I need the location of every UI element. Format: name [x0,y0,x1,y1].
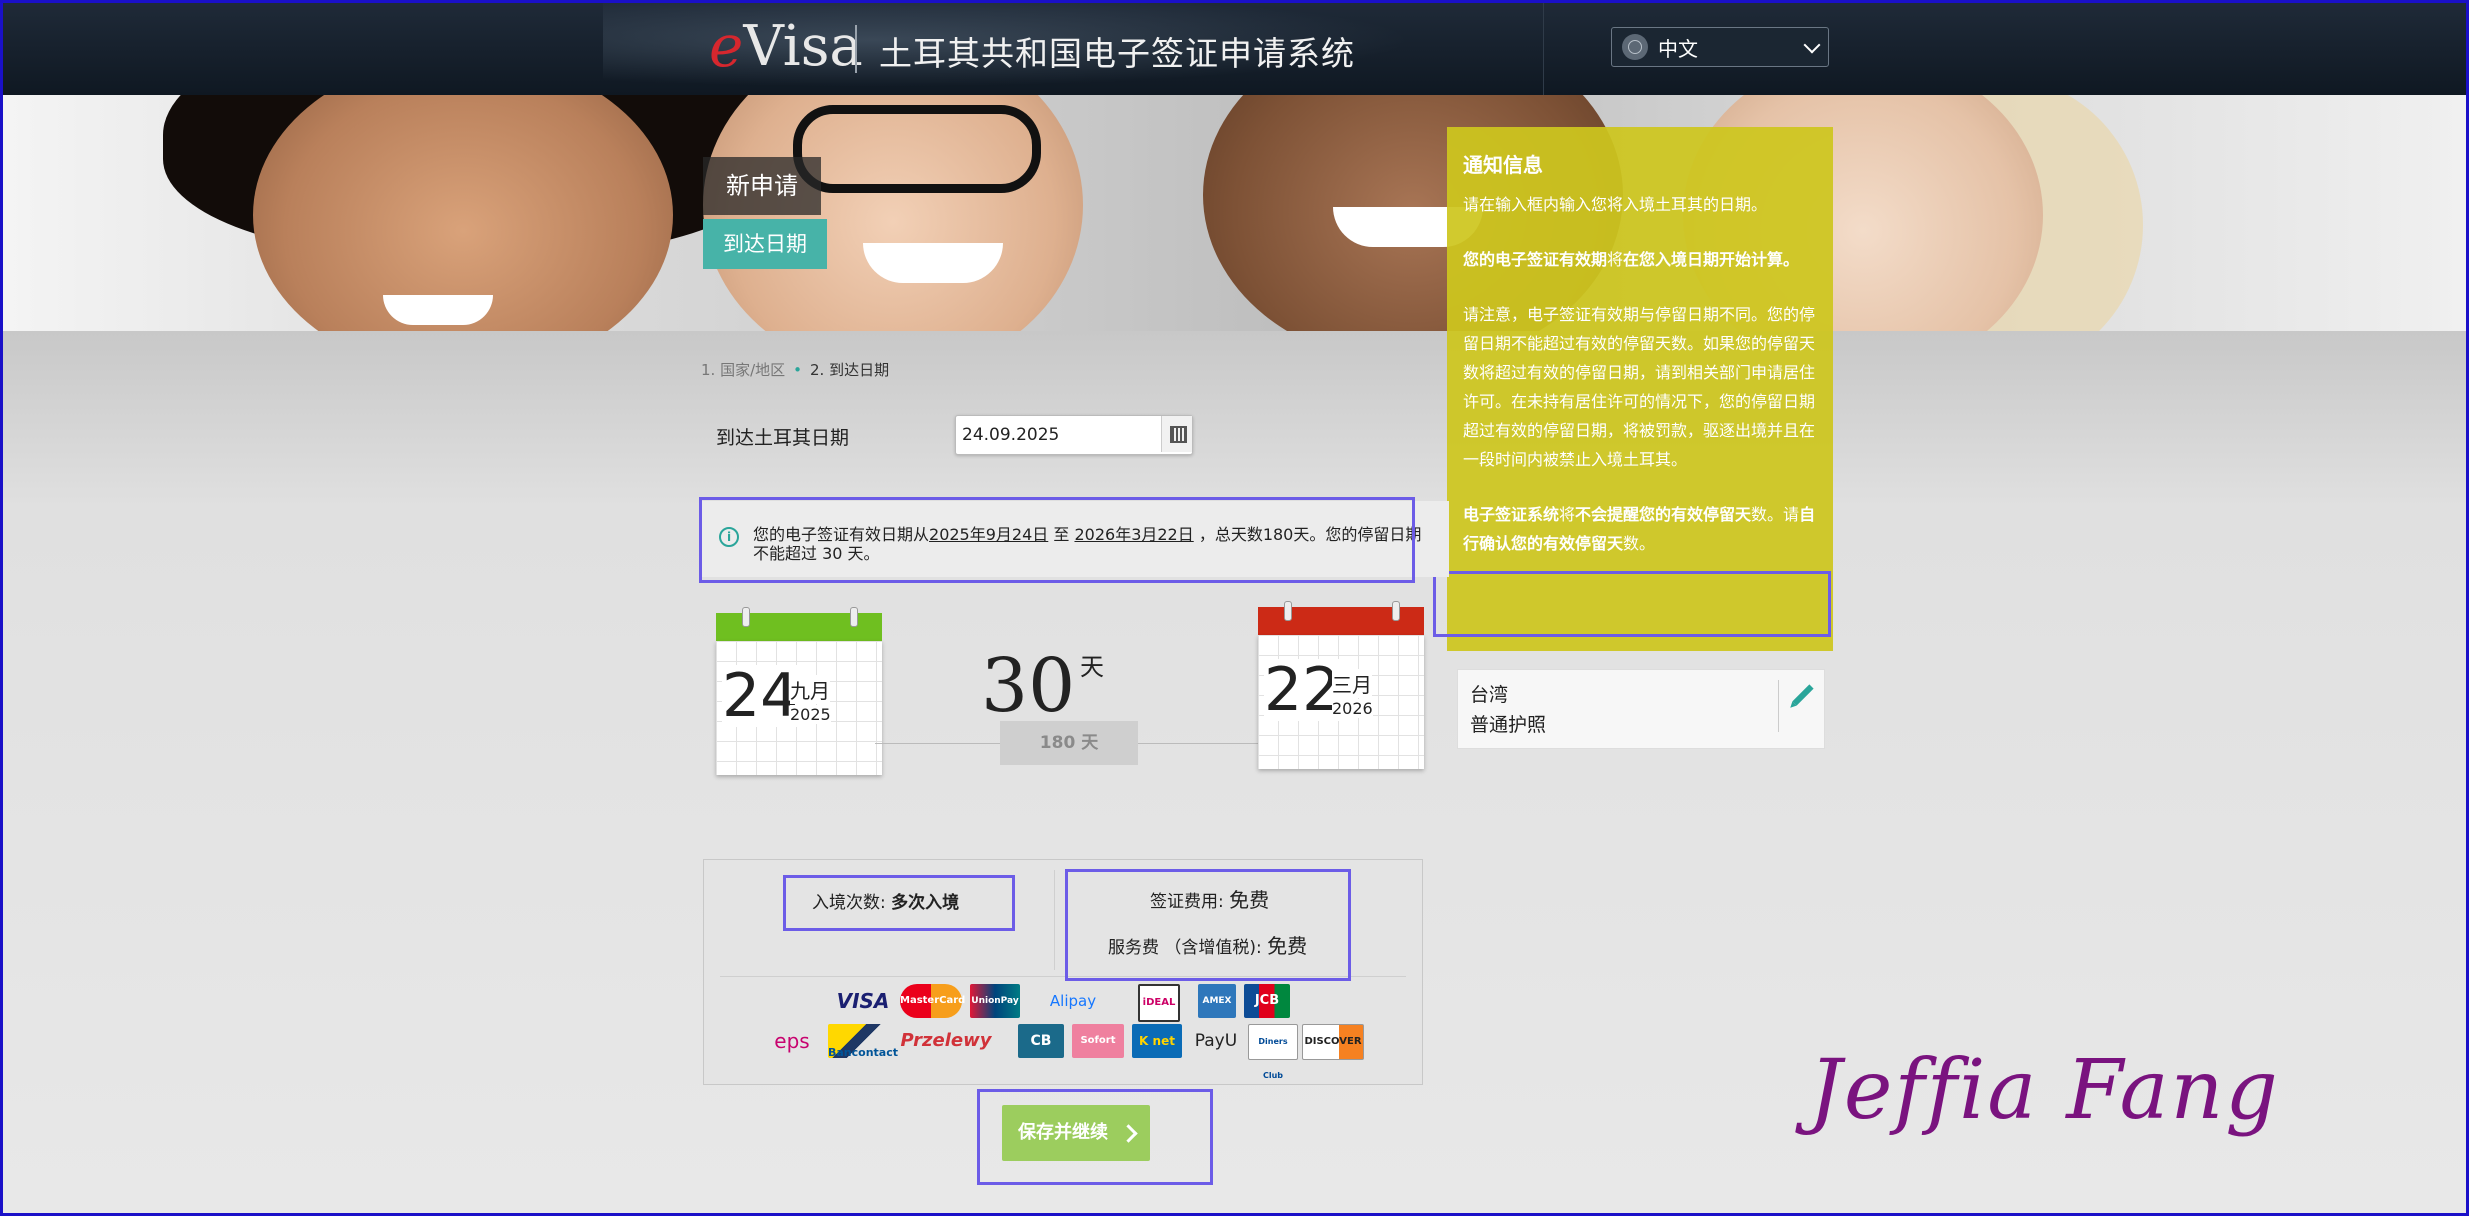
highlight-box [699,497,1415,583]
passport-country: 台湾 [1470,684,1509,706]
new-application-tag: 新申请 [703,157,821,215]
stay-days-number: 30 [981,643,1076,729]
notice-title: 通知信息 [1463,153,1543,177]
handwritten-signature: Jeffia Fang [1809,1043,2280,1138]
browser-frame: e Visa 土耳其共和国电子签证申请系统 中文 新申请 到达日期 通知信息 请… [0,0,2469,1216]
end-date-calendar: 22 三月 2026 [1258,601,1424,769]
passport-summary-card: 台湾 普通护照 [1457,669,1825,749]
edit-pencil-icon[interactable] [1792,684,1814,706]
alipay-logo: Alipay [1049,992,1097,1010]
total-validity-days: 180 天 [1000,721,1138,765]
highlight-box [1433,571,1831,637]
breadcrumb-step-country[interactable]: 1. 国家/地区 [701,361,785,379]
discover-logo: DISCOVER [1302,1024,1364,1060]
payu-logo: PayU [1194,1031,1238,1051]
language-label: 中文 [1658,36,1698,61]
mastercard-logo: MasterCard [900,984,965,1018]
knet-logo: K net [1132,1024,1182,1058]
notice-paragraph: 请注意，电子签证有效期与停留日期不同。您的停留日期不能超过有效的停留天数。如果您… [1463,305,1816,469]
visa-logo: VISA [836,989,890,1013]
highlight-box [977,1089,1213,1185]
eps-logo: eps [774,1029,810,1053]
globe-icon [1622,34,1648,60]
chevron-down-icon [1803,36,1821,54]
stay-days-unit: 天 [1080,653,1104,681]
breadcrumb: 1. 国家/地区 • 2. 到达日期 [701,361,890,379]
breadcrumb-step-arrival: 2. 到达日期 [810,361,890,379]
arrival-date-input[interactable]: 24.09.2025 [955,415,1193,455]
highlight-box [783,875,1015,931]
unionpay-logo: UnionPay [970,984,1020,1018]
language-select[interactable]: 中文 [1611,27,1829,67]
arrival-date-label: 到达土耳其日期 [716,427,850,449]
notice-paragraph: 请在输入框内输入您将入境土耳其的日期。 [1463,195,1768,214]
diners-club-logo: Diners Club [1248,1024,1298,1080]
system-title: 土耳其共和国电子签证申请系统 [879,34,1355,73]
cb-logo: CB [1018,1024,1064,1058]
top-header: e Visa 土耳其共和国电子签证申请系统 中文 [3,3,2466,95]
przelewy-logo: Przelewy [900,1030,992,1051]
sofort-logo: Sofort [1072,1024,1124,1058]
start-date-calendar: 24 九月 2025 [716,607,882,775]
notice-paragraph: 您的电子签证有效期将在您入境日期开始计算。 [1463,250,1800,269]
arrival-date-value: 24.09.2025 [962,425,1060,445]
jcb-logo: JCB [1244,984,1290,1018]
notice-warning: 电子签证系统将不会提醒您的有效停留天数。请自行确认您的有效停留天数。 [1463,505,1816,553]
amex-logo: AMEX [1198,984,1236,1018]
ideal-logo: iDEAL [1138,984,1180,1022]
bancontact-logo: Bancontact [828,1024,898,1059]
passport-type: 普通护照 [1470,714,1547,736]
calendar-icon[interactable] [1161,416,1192,452]
hero-banner: 新申请 到达日期 [3,95,2466,331]
arrival-date-tag: 到达日期 [703,219,827,269]
highlight-box [1065,869,1351,981]
evisa-logo[interactable]: e Visa [709,11,863,81]
